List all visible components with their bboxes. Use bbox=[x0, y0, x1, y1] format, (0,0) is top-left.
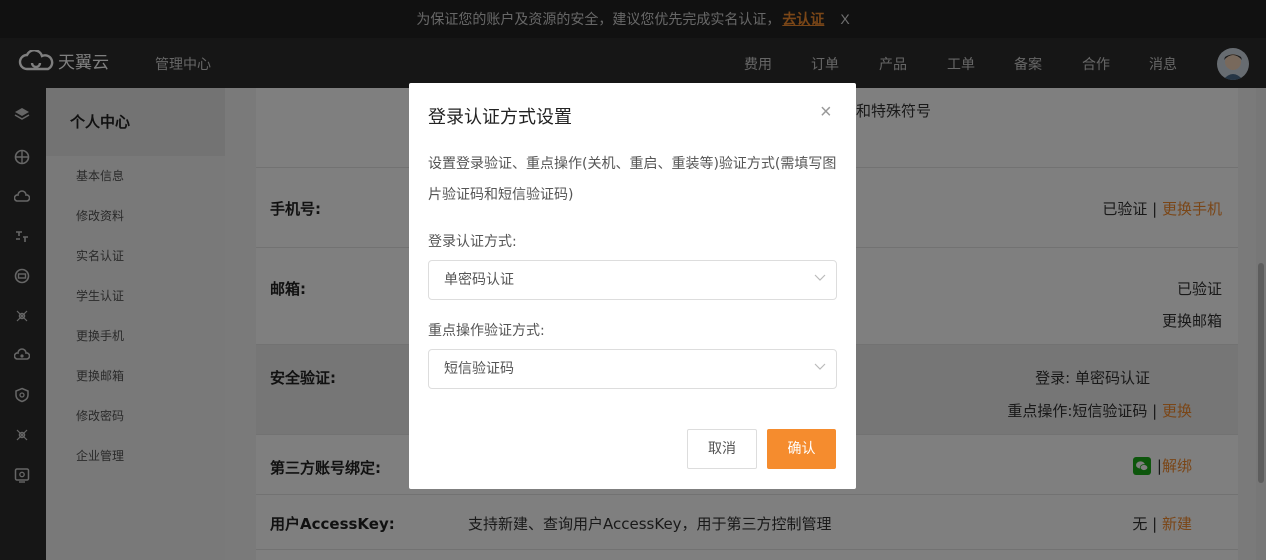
confirm-button[interactable]: 确认 bbox=[767, 429, 836, 469]
ops-auth-select[interactable]: 短信验证码 bbox=[428, 349, 837, 389]
cancel-button[interactable]: 取消 bbox=[687, 429, 757, 469]
chevron-down-icon bbox=[814, 363, 826, 370]
ops-auth-label: 重点操作验证方式: bbox=[428, 323, 545, 339]
close-icon[interactable]: × bbox=[820, 101, 832, 124]
login-auth-select[interactable]: 单密码认证 bbox=[428, 260, 837, 300]
dialog-title: 登录认证方式设置 bbox=[428, 107, 572, 128]
dialog-description: 设置登录验证、重点操作(关机、重启、重装等)验证方式(需填写图片验证码和短信验证… bbox=[428, 156, 837, 203]
auth-settings-dialog: 登录认证方式设置 × 设置登录验证、重点操作(关机、重启、重装等)验证方式(需填… bbox=[409, 83, 856, 489]
chevron-down-icon bbox=[814, 274, 826, 281]
ops-auth-value: 短信验证码 bbox=[444, 361, 514, 377]
login-auth-label: 登录认证方式: bbox=[428, 234, 517, 250]
login-auth-value: 单密码认证 bbox=[444, 272, 514, 288]
